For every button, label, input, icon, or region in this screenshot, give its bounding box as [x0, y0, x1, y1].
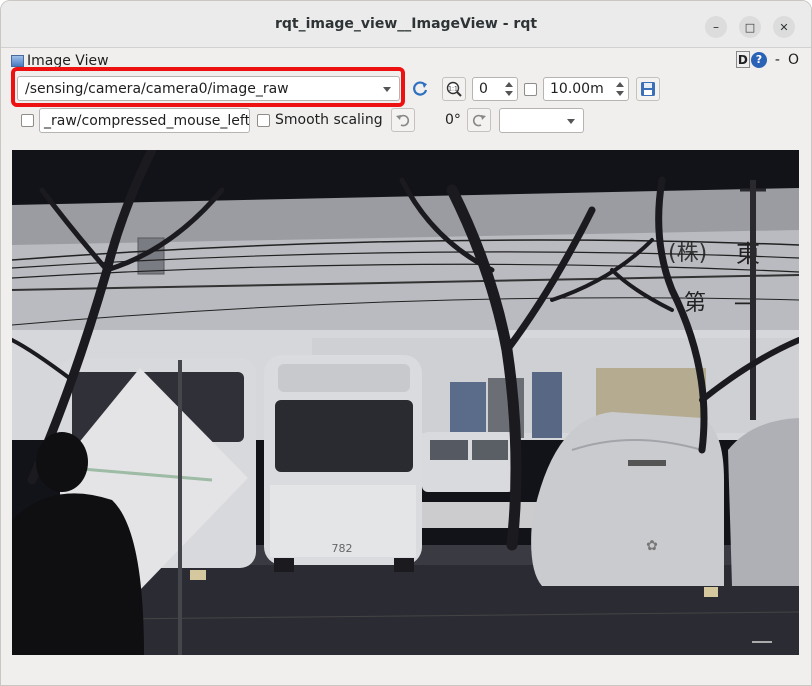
camera-image: (株) 東 第 一 782 ✿ [12, 150, 799, 655]
maximize-button[interactable]: □ [739, 16, 761, 38]
close-icon: ✕ [779, 20, 789, 34]
svg-text:1:1: 1:1 [448, 86, 458, 93]
zoom-fit-button[interactable]: 1:1 [442, 77, 466, 101]
maximize-icon: □ [744, 20, 756, 34]
spin-down-icon[interactable] [505, 91, 513, 96]
help-icon[interactable]: ? [750, 51, 767, 68]
mouse-topic-field[interactable]: _raw/compressed_mouse_left [39, 108, 250, 133]
minimize-button[interactable]: – [705, 16, 727, 38]
close-button[interactable]: ✕ [773, 16, 795, 38]
rotate-left-icon [396, 114, 410, 127]
smooth-scaling-checkbox[interactable] [257, 114, 270, 127]
zoom-spinbox-value: 0 [479, 81, 488, 97]
hide-plugin-button[interactable]: - [775, 52, 780, 68]
close-plugin-button[interactable]: O [788, 52, 799, 68]
refresh-icon [413, 81, 428, 96]
plugin-header-controls: D ? - O [735, 51, 799, 68]
max-range-value: 10.00m [550, 81, 604, 97]
rotate-right-button[interactable] [467, 108, 491, 132]
empty-select[interactable] [499, 108, 584, 133]
rotate-right-icon [472, 114, 486, 127]
zoom-fit-icon: 1:1 [446, 81, 462, 97]
smooth-scaling-label: Smooth scaling [275, 112, 383, 128]
dynamic-range-checkbox[interactable] [524, 83, 537, 96]
window-title: rqt_image_view__ImageView - rqt [274, 16, 538, 32]
zoom-spinbox[interactable]: 0 [472, 77, 518, 101]
svg-text:✿: ✿ [646, 538, 658, 554]
minimize-icon: – [713, 20, 719, 34]
spin-arrows-2[interactable] [614, 80, 626, 98]
refresh-topics-button[interactable] [408, 77, 432, 101]
svg-text:第: 第 [684, 291, 706, 316]
save-icon [641, 82, 655, 96]
dock-button[interactable]: D [735, 51, 750, 68]
mouse-topic-value: _raw/compressed_mouse_left [44, 112, 250, 129]
bus-number: 782 [332, 542, 353, 555]
spin-down-icon-2[interactable] [616, 91, 624, 96]
spin-up-icon[interactable] [505, 82, 513, 87]
publish-mouse-checkbox[interactable] [21, 114, 34, 127]
chevron-down-icon-2 [567, 118, 575, 124]
app-window: rqt_image_view__ImageView - rqt – □ ✕ Im… [0, 0, 812, 686]
max-range-spinbox[interactable]: 10.00m [543, 77, 629, 101]
spin-arrows[interactable] [503, 80, 515, 98]
rotate-left-button[interactable] [391, 108, 415, 132]
title-bar[interactable]: rqt_image_view__ImageView - rqt – □ ✕ [1, 1, 811, 48]
camera-image-view[interactable]: (株) 東 第 一 782 ✿ [12, 150, 799, 655]
spin-up-icon-2[interactable] [616, 82, 624, 87]
save-image-button[interactable] [636, 77, 660, 101]
rotation-label: 0° [445, 112, 461, 128]
image-view-icon [11, 55, 24, 67]
topic-highlight-box [11, 67, 405, 107]
